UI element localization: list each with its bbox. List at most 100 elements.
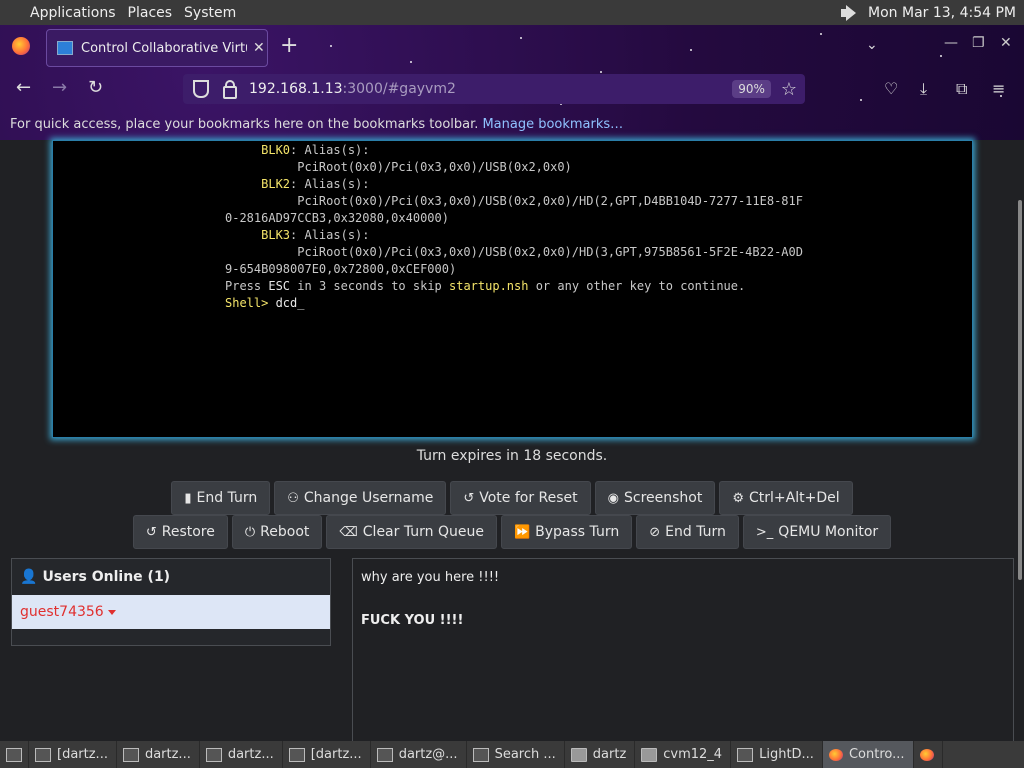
- url-bar[interactable]: 192.168.1.13:3000/#gayvm2 90% ☆: [183, 74, 805, 104]
- close-window-icon[interactable]: ✕: [1000, 35, 1012, 51]
- users-header: 👤 Users Online (1): [12, 559, 330, 595]
- caret-down-icon[interactable]: [107, 609, 116, 615]
- vm-controls-row-2: ↺ Restore ⏻ Reboot ⌫ Clear Turn Queue ⏩ Bypass …: [0, 515, 1024, 549]
- qemu-monitor-button[interactable]: >_ QEMU Monitor: [742, 515, 892, 549]
- firefox-icon: [919, 748, 934, 761]
- button-label: End Turn: [196, 490, 258, 506]
- taskbar-item[interactable]: cvm12_4: [635, 741, 732, 768]
- window-icon: [737, 747, 754, 762]
- terminal-line: 0-2816AD97CCB3,0x32080,0x40000): [225, 211, 449, 225]
- undo-icon: ↺: [463, 490, 475, 506]
- chat-message: FUCK YOU !!!!: [361, 613, 464, 628]
- taskbar-item-label: dartz@...: [398, 747, 458, 762]
- chat-message: why are you here !!!!: [361, 570, 500, 585]
- taskbar-item[interactable]: dartz: [565, 741, 636, 768]
- user-edit-icon: ⚇: [287, 490, 299, 506]
- end-turn-button[interactable]: ⊘ End Turn: [636, 515, 739, 549]
- top-panel: Applications Places System Mon Mar 13, 4…: [0, 0, 1024, 25]
- clock[interactable]: Mon Mar 13, 4:54 PM: [868, 5, 1016, 21]
- volume-icon[interactable]: [838, 4, 860, 22]
- mouse-icon: ▮: [184, 490, 192, 506]
- camera-icon: ◉: [607, 490, 619, 506]
- firefox-tray-icon[interactable]: [914, 741, 943, 768]
- button-label: Bypass Turn: [535, 524, 620, 540]
- ban-icon: ⊘: [649, 524, 661, 540]
- menu-icon[interactable]: ≡: [992, 79, 1005, 98]
- forward-icon[interactable]: →: [52, 77, 67, 98]
- download-icon[interactable]: ⤓: [920, 79, 927, 99]
- vm-display[interactable]: BLK0: Alias(s): PciRoot(0x0)/Pci(0x3,0x0…: [52, 140, 973, 438]
- lock-icon[interactable]: [223, 79, 237, 99]
- manage-bookmarks-link[interactable]: Manage bookmarks…: [482, 117, 623, 132]
- taskbar-item[interactable]: dartz@...: [371, 741, 467, 768]
- applications-menu[interactable]: Applications: [0, 5, 122, 21]
- username[interactable]: guest74356: [20, 604, 104, 620]
- button-label: Change Username: [303, 490, 434, 506]
- terminal-line: PciRoot(0x0)/Pci(0x3,0x0)/USB(0x2,0x0): [297, 160, 572, 174]
- firefox-icon[interactable]: [12, 37, 30, 55]
- vote-for-reset-button[interactable]: ↺ Vote for Reset: [450, 481, 591, 515]
- turn-status: Turn expires in 18 seconds.: [416, 448, 608, 464]
- restore-icon: ↺: [145, 524, 157, 540]
- vm-controls-row-1: ▮ End Turn ⚇ Change Username ↺ Vote for Reset…: [0, 481, 1024, 515]
- user-list-item[interactable]: guest74356: [12, 595, 330, 629]
- star-icon[interactable]: ☆: [781, 79, 797, 100]
- clear-turn-queue-button[interactable]: ⌫ Clear Turn Queue: [326, 515, 497, 549]
- firefox-icon: [828, 748, 843, 761]
- chat-panel[interactable]: why are you here !!!! FUCK YOU !!!!: [352, 558, 1014, 742]
- minimize-icon[interactable]: —: [944, 35, 958, 51]
- extensions-icon[interactable]: ⧉: [956, 79, 967, 99]
- taskbar-item[interactable]: LightD...: [731, 741, 823, 768]
- desktop-icon: [6, 747, 22, 762]
- terminal-icon: [205, 747, 222, 762]
- terminal-line: BLK2: Alias(s):: [261, 177, 370, 191]
- vm-terminal-output: BLK0: Alias(s): PciRoot(0x0)/Pci(0x3,0x0…: [225, 142, 803, 312]
- end-turn-button[interactable]: ▮ End Turn: [171, 481, 271, 515]
- page-content: BLK0: Alias(s): PciRoot(0x0)/Pci(0x3,0x0…: [0, 140, 1024, 742]
- reboot-button[interactable]: ⏻ Reboot: [231, 515, 323, 549]
- places-menu[interactable]: Places: [122, 5, 179, 21]
- url-text[interactable]: 192.168.1.13:3000/#gayvm2: [249, 81, 456, 97]
- taskbar-item[interactable]: Search ...: [467, 741, 565, 768]
- taskbar-item[interactable]: dartz...: [117, 741, 200, 768]
- pocket-icon[interactable]: ♡: [884, 79, 898, 98]
- close-icon[interactable]: ✕: [253, 40, 265, 56]
- taskbar-item-label: [dartz...: [57, 747, 108, 762]
- taskbar-item[interactable]: Contro...: [822, 741, 914, 768]
- terminal-line: PciRoot(0x0)/Pci(0x3,0x0)/USB(0x2,0x0)/H…: [297, 194, 803, 208]
- taskbar: [dartz... dartz... dartz... [dartz... dartz@…: [0, 741, 1024, 768]
- taskbar-item[interactable]: dartz...: [200, 741, 283, 768]
- reload-icon[interactable]: ↻: [88, 77, 103, 98]
- bypass-turn-button[interactable]: ⏩ Bypass Turn: [500, 515, 633, 549]
- monitor-icon: [57, 41, 73, 55]
- button-label: Reboot: [260, 524, 310, 540]
- restore-window-icon[interactable]: ❐: [972, 35, 985, 51]
- shield-icon[interactable]: [193, 80, 209, 98]
- chevron-down-icon[interactable]: ⌄: [866, 37, 878, 53]
- screenshot-button[interactable]: ◉ Screenshot: [594, 481, 716, 515]
- tab-control-collaborative[interactable]: Control Collaborative Virtua ✕: [46, 29, 268, 67]
- user-icon: 👤: [20, 569, 38, 585]
- taskbar-item-label: dartz: [592, 747, 627, 762]
- terminal-line: Press ESC in 3 seconds to skip startup.n…: [225, 279, 746, 293]
- terminal-prompt: Shell> dcd_: [225, 296, 305, 310]
- restore-button[interactable]: ↺ Restore: [132, 515, 228, 549]
- system-menu[interactable]: System: [178, 5, 242, 21]
- terminal-icon: [35, 747, 51, 762]
- new-tab-button[interactable]: +: [280, 33, 298, 58]
- terminal-line: BLK0: Alias(s):: [261, 143, 370, 157]
- button-label: QEMU Monitor: [778, 524, 879, 540]
- navigation-bar: ← → ↻ 192.168.1.13:3000/#gayvm2 90% ☆ ♡ …: [0, 69, 1024, 109]
- gear-icon: ⚙: [732, 490, 745, 506]
- back-icon[interactable]: ←: [16, 77, 31, 98]
- page-scrollbar[interactable]: [1018, 200, 1022, 580]
- power-icon: ⏻: [244, 524, 256, 540]
- taskbar-item[interactable]: [dartz...: [29, 741, 117, 768]
- taskbar-item[interactable]: [dartz...: [283, 741, 371, 768]
- ctrl-alt-del-button[interactable]: ⚙ Ctrl+Alt+Del: [719, 481, 853, 515]
- taskbar-item-label: Contro...: [848, 747, 905, 762]
- change-username-button[interactable]: ⚇ Change Username: [274, 481, 447, 515]
- show-desktop-button[interactable]: [0, 741, 29, 768]
- browser-chrome: Control Collaborative Virtua ✕ + ⌄ — ❐ ✕…: [0, 25, 1024, 140]
- zoom-badge[interactable]: 90%: [732, 80, 771, 98]
